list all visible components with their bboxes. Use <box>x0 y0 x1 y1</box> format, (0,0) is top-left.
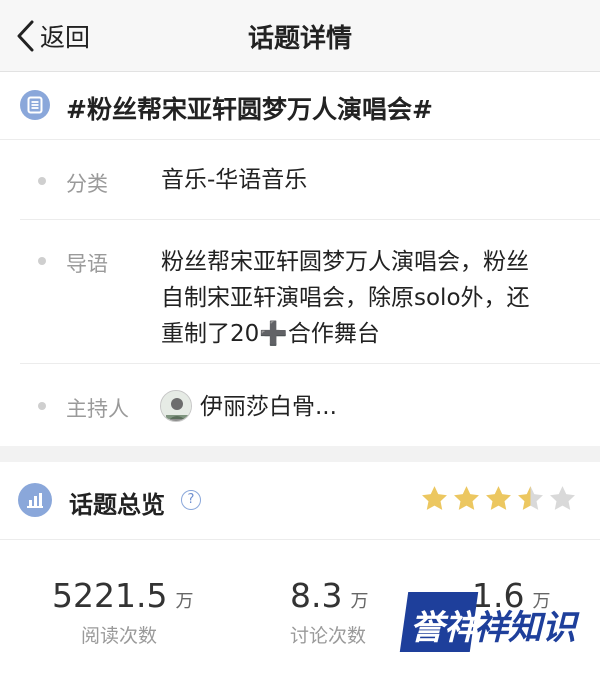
intro-line: 自制宋亚轩演唱会，除原solo外，还 <box>161 285 530 311</box>
stat-value: 5221.5 <box>52 576 168 615</box>
question-circle-icon[interactable]: ? <box>181 490 201 510</box>
stat-unit: 万 <box>175 591 194 612</box>
topic-header: #粉丝帮宋亚轩圆梦万人演唱会# <box>0 72 600 140</box>
stat-value: 8.3 <box>290 576 343 615</box>
intro-text: 粉丝帮宋亚轩圆梦万人演唱会，粉丝 自制宋亚轩演唱会，除原solo外，还 重制了2… <box>161 244 530 352</box>
watermark-text: 祥知识 <box>474 608 576 648</box>
section-gap <box>0 446 600 462</box>
bullet-dot <box>38 257 46 265</box>
category-row: 分类 音乐-华语音乐 <box>0 140 600 220</box>
star-empty-icon <box>550 486 575 510</box>
category-value: 音乐-华语音乐 <box>161 167 308 193</box>
category-label: 分类 <box>66 172 108 196</box>
star-full-icon <box>486 486 511 510</box>
bullet-dot <box>38 177 46 185</box>
intro-line: 粉丝帮宋亚轩圆梦万人演唱会，粉丝 <box>161 249 529 275</box>
stat-label: 阅读次数 <box>81 625 158 647</box>
watermark-text: 誉祥 <box>410 608 478 648</box>
stat-discussion-count: 8.3 万 讨论次数 <box>290 576 368 648</box>
topic-title: #粉丝帮宋亚轩圆梦万人演唱会# <box>66 95 433 124</box>
intro-label: 导语 <box>66 252 108 276</box>
rating-stars <box>420 484 577 516</box>
bullet-dot <box>38 402 46 410</box>
document-icon <box>20 90 50 120</box>
overview-title: 话题总览 <box>69 491 165 519</box>
stat-label: 讨论次数 <box>290 625 367 647</box>
intro-row: 导语 粉丝帮宋亚轩圆梦万人演唱会，粉丝 自制宋亚轩演唱会，除原solo外，还 重… <box>0 220 600 364</box>
stat-unit: 万 <box>350 591 369 612</box>
star-half-icon <box>518 486 543 510</box>
host-label: 主持人 <box>66 397 129 421</box>
navigation-bar: 返回 话题详情 <box>0 0 600 72</box>
intro-line: 重制了20➕合作舞台 <box>161 321 380 347</box>
watermark-logo: 誉祥 祥知识 <box>399 588 584 660</box>
avatar[interactable] <box>160 390 192 422</box>
host-row[interactable]: 主持人 伊丽莎白骨... <box>0 364 600 446</box>
star-full-icon <box>422 486 447 510</box>
stat-read-count: 5221.5 万 阅读次数 <box>52 576 193 648</box>
overview-header: 话题总览 ? <box>0 462 600 540</box>
bar-chart-icon <box>18 483 52 517</box>
star-full-icon <box>454 486 479 510</box>
page-title: 话题详情 <box>247 24 352 54</box>
host-name[interactable]: 伊丽莎白骨... <box>200 387 337 421</box>
